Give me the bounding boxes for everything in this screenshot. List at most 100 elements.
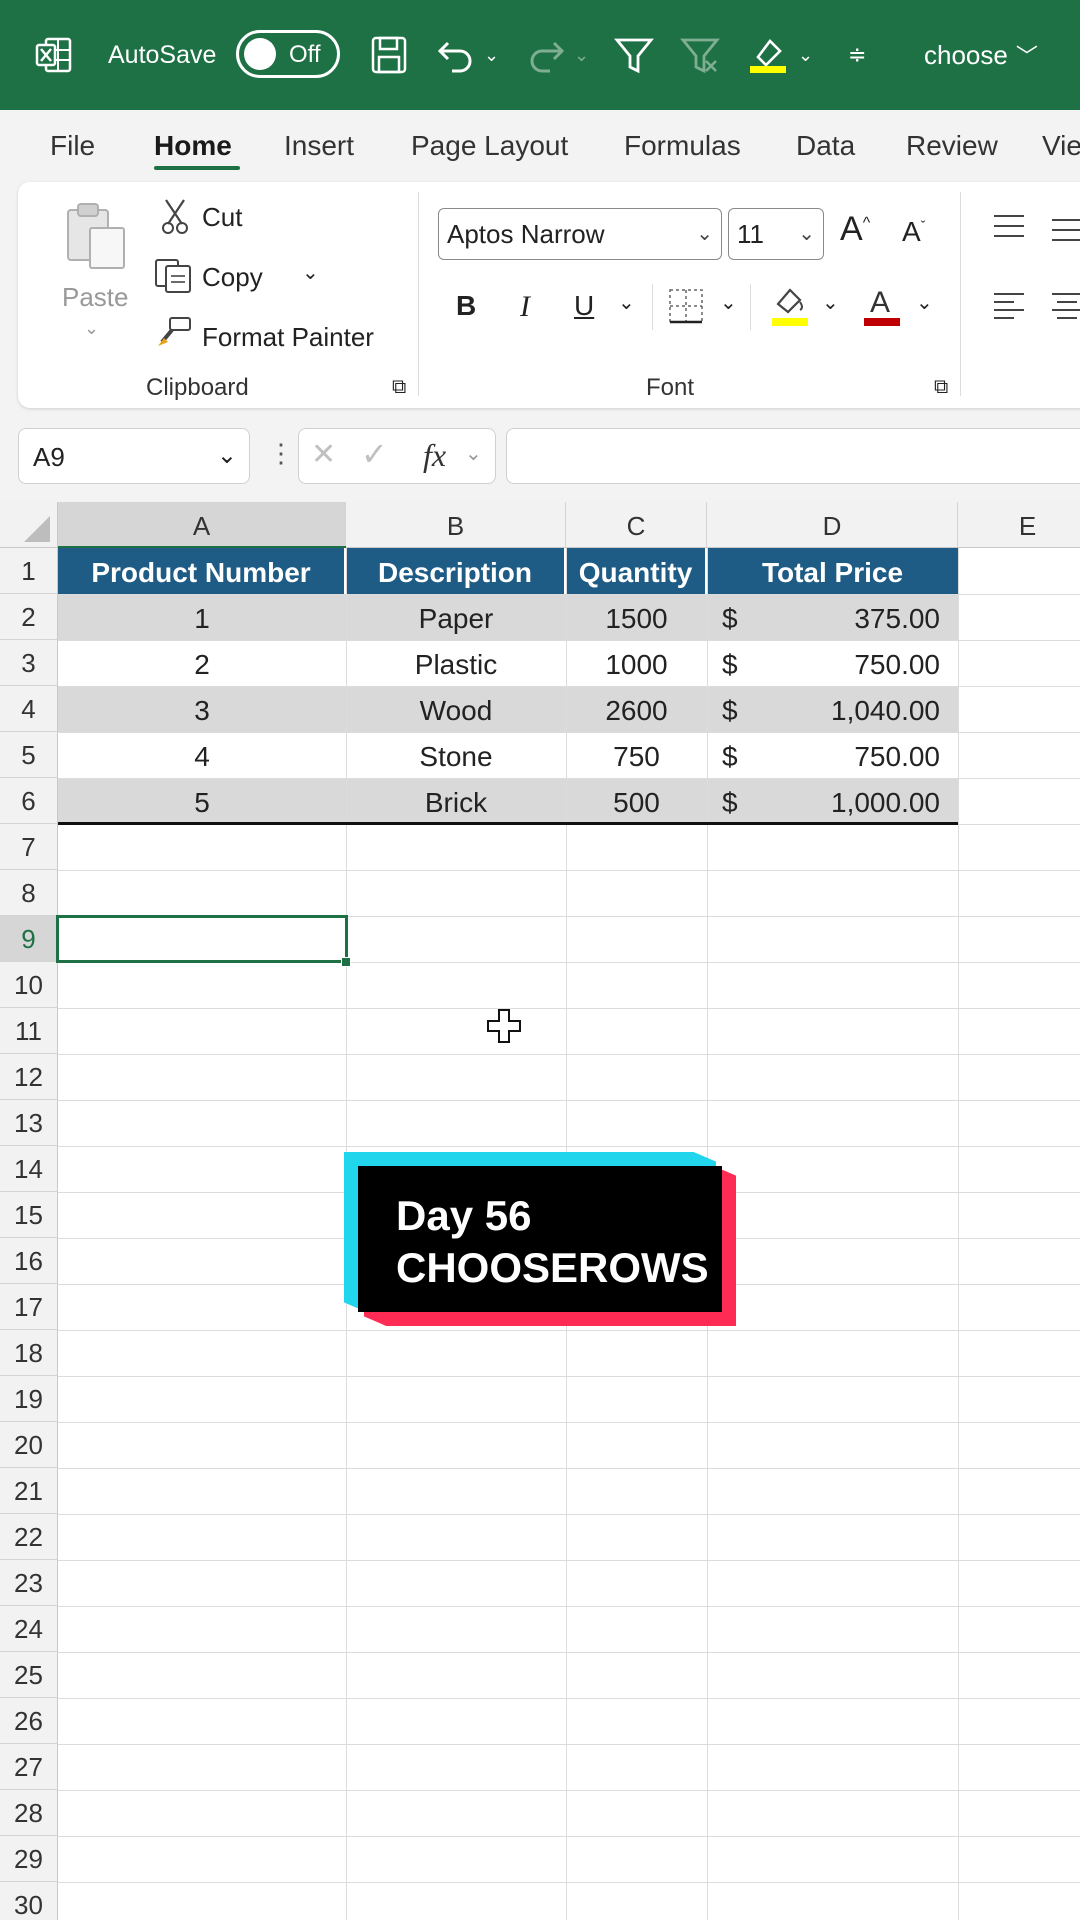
cancel-icon[interactable]: ✕	[311, 437, 336, 472]
cell-product-number[interactable]: 3	[58, 695, 346, 727]
undo-icon[interactable]	[436, 0, 476, 110]
align-center-icon[interactable]	[1050, 290, 1080, 327]
table-header-cell[interactable]: Total Price	[707, 548, 958, 594]
chevron-down-icon[interactable]: ⌄	[465, 441, 482, 466]
row-header[interactable]: 30	[0, 1882, 58, 1920]
formula-input[interactable]	[506, 428, 1080, 484]
row-header[interactable]: 17	[0, 1284, 58, 1330]
cell-total-price[interactable]: 1,040.00	[760, 695, 940, 727]
format-painter-button[interactable]: Format Painter	[202, 322, 374, 353]
insert-function-icon[interactable]: fx	[423, 437, 446, 474]
fill-color-icon[interactable]	[770, 284, 810, 333]
font-launcher-icon[interactable]: ⧉	[934, 376, 948, 399]
fill-color-dropdown-icon[interactable]: ⌄	[822, 290, 839, 315]
autosave-toggle[interactable]: Off	[236, 30, 340, 78]
cell-currency-symbol[interactable]: $	[722, 649, 762, 681]
row-header[interactable]: 3	[0, 640, 58, 686]
cell-description[interactable]: Paper	[346, 603, 566, 635]
column-header-e[interactable]: E	[958, 502, 1080, 548]
row-header[interactable]: 24	[0, 1606, 58, 1652]
tab-data[interactable]: Data	[796, 130, 855, 162]
row-header[interactable]: 14	[0, 1146, 58, 1192]
font-size-select[interactable]: 11 ⌄	[728, 208, 824, 260]
highlight-dropdown-icon[interactable]: ⌄	[798, 0, 813, 110]
vertical-dots-icon[interactable]: ⋮	[268, 438, 294, 469]
paste-label[interactable]: Paste	[62, 282, 129, 313]
row-header[interactable]: 23	[0, 1560, 58, 1606]
cell-product-number[interactable]: 1	[58, 603, 346, 635]
cell-quantity[interactable]: 2600	[566, 695, 707, 727]
fill-handle[interactable]	[341, 957, 351, 967]
row-header[interactable]: 7	[0, 824, 58, 870]
tab-formulas[interactable]: Formulas	[624, 130, 741, 162]
cell-quantity[interactable]: 1500	[566, 603, 707, 635]
row-header[interactable]: 10	[0, 962, 58, 1008]
cell-currency-symbol[interactable]: $	[722, 603, 762, 635]
tab-view[interactable]: Vie	[1042, 130, 1080, 162]
row-header[interactable]: 27	[0, 1744, 58, 1790]
bold-button[interactable]: B	[456, 290, 476, 322]
column-header-c[interactable]: C	[566, 502, 707, 548]
filter-icon[interactable]	[614, 0, 654, 110]
enter-icon[interactable]: ✓	[361, 435, 388, 473]
customize-toolbar-icon[interactable]: ≑	[848, 0, 866, 110]
row-header[interactable]: 5	[0, 732, 58, 778]
cell-total-price[interactable]: 750.00	[760, 741, 940, 773]
row-header[interactable]: 15	[0, 1192, 58, 1238]
align-top-icon[interactable]	[992, 212, 1026, 245]
paste-icon[interactable]	[64, 200, 130, 277]
table-header-cell[interactable]: Product Number	[58, 548, 346, 594]
cell-product-number[interactable]: 2	[58, 649, 346, 681]
cell-quantity[interactable]: 750	[566, 741, 707, 773]
cell-currency-symbol[interactable]: $	[722, 787, 762, 819]
cell-quantity[interactable]: 1000	[566, 649, 707, 681]
redo-icon[interactable]	[526, 0, 566, 110]
increase-font-size-icon[interactable]: A^	[840, 210, 870, 249]
italic-button[interactable]: I	[520, 290, 530, 324]
cell-quantity[interactable]: 500	[566, 787, 707, 819]
cell-currency-symbol[interactable]: $	[722, 741, 762, 773]
document-title[interactable]: choose ﹀	[924, 0, 1038, 110]
column-header-a[interactable]: A	[58, 502, 346, 548]
font-color-icon[interactable]: A	[862, 284, 902, 333]
row-header[interactable]: 2	[0, 594, 58, 640]
row-header[interactable]: 16	[0, 1238, 58, 1284]
paste-dropdown-icon[interactable]: ⌄	[84, 318, 99, 339]
tab-page-layout[interactable]: Page Layout	[411, 130, 568, 162]
tab-review[interactable]: Review	[906, 130, 998, 162]
row-header[interactable]: 28	[0, 1790, 58, 1836]
cell-description[interactable]: Brick	[346, 787, 566, 819]
row-header[interactable]: 22	[0, 1514, 58, 1560]
row-header[interactable]: 18	[0, 1330, 58, 1376]
tab-insert[interactable]: Insert	[284, 130, 354, 162]
row-header[interactable]: 21	[0, 1468, 58, 1514]
name-box[interactable]: A9 ⌄	[18, 428, 250, 484]
table-header-cell[interactable]: Quantity	[566, 548, 707, 594]
row-header[interactable]: 11	[0, 1008, 58, 1054]
cell-description[interactable]: Plastic	[346, 649, 566, 681]
copy-dropdown-icon[interactable]: ⌄	[302, 260, 319, 285]
font-family-select[interactable]: Aptos Narrow ⌄	[438, 208, 722, 260]
underline-dropdown-icon[interactable]: ⌄	[618, 290, 635, 315]
row-header[interactable]: 19	[0, 1376, 58, 1422]
borders-icon[interactable]	[668, 288, 704, 329]
cut-button[interactable]: Cut	[202, 202, 242, 233]
row-header[interactable]: 4	[0, 686, 58, 732]
table-header-cell[interactable]: Description	[346, 548, 566, 594]
save-icon[interactable]	[370, 0, 408, 110]
underline-button[interactable]: U	[574, 290, 594, 322]
row-header[interactable]: 6	[0, 778, 58, 824]
column-header-b[interactable]: B	[346, 502, 566, 548]
borders-dropdown-icon[interactable]: ⌄	[720, 290, 737, 315]
select-all-corner[interactable]	[0, 502, 58, 548]
cell-total-price[interactable]: 1,000.00	[760, 787, 940, 819]
decrease-font-size-icon[interactable]: Aˇ	[902, 216, 925, 248]
font-color-dropdown-icon[interactable]: ⌄	[916, 290, 933, 315]
clipboard-launcher-icon[interactable]: ⧉	[392, 376, 406, 399]
highlight-color-icon[interactable]	[748, 0, 788, 110]
row-header[interactable]: 25	[0, 1652, 58, 1698]
align-middle-icon[interactable]	[1050, 216, 1080, 249]
cell-description[interactable]: Stone	[346, 741, 566, 773]
column-header-d[interactable]: D	[707, 502, 958, 548]
row-header[interactable]: 8	[0, 870, 58, 916]
